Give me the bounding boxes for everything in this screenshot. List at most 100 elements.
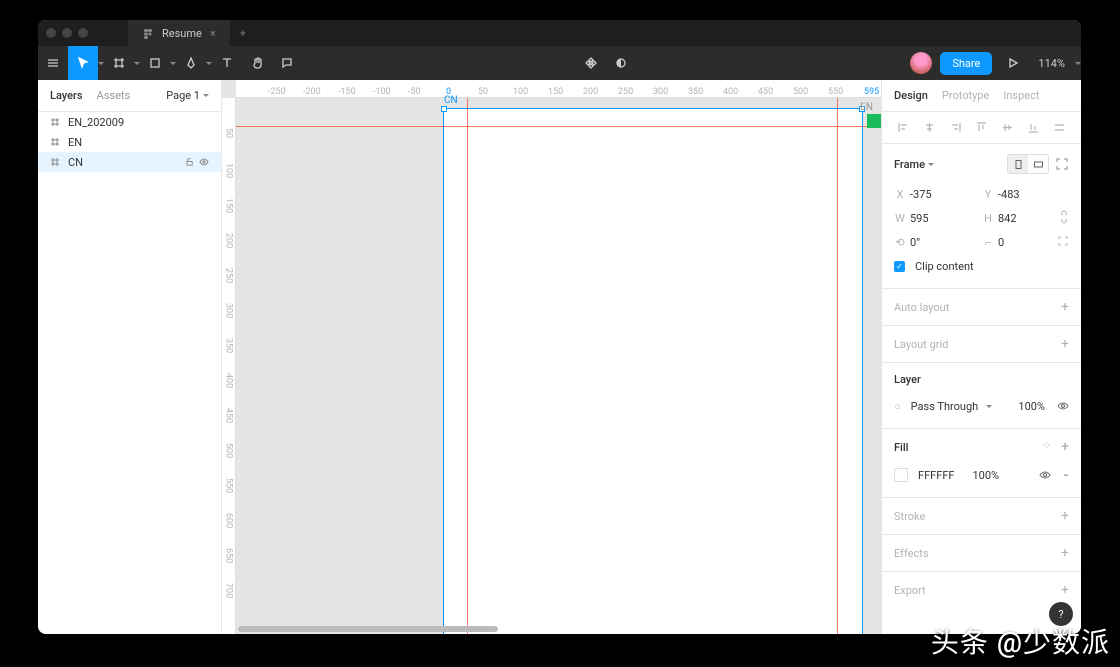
orient-portrait[interactable] bbox=[1008, 155, 1028, 173]
assets-tab[interactable]: Assets bbox=[97, 89, 131, 102]
close-dot[interactable] bbox=[46, 28, 56, 38]
right-panel: Design Prototype Inspect Frame X-375Y-48… bbox=[881, 80, 1081, 634]
pen-tool[interactable] bbox=[176, 46, 206, 80]
visible-icon[interactable] bbox=[199, 157, 209, 167]
add-autolayout[interactable]: + bbox=[1061, 299, 1069, 315]
move-tool[interactable] bbox=[68, 46, 98, 80]
layer-en[interactable]: EN bbox=[38, 132, 221, 152]
layoutgrid-section[interactable]: Layout grid+ bbox=[882, 326, 1081, 363]
figma-logo-icon bbox=[142, 28, 154, 40]
align-hcenter[interactable] bbox=[921, 120, 937, 136]
add-effect[interactable]: + bbox=[1061, 545, 1069, 561]
max-dot[interactable] bbox=[78, 28, 88, 38]
guide-v-right[interactable] bbox=[837, 98, 838, 634]
constrain-icon[interactable] bbox=[1058, 210, 1069, 227]
frame-section: Frame X-375Y-483 W595H842 ⟲0°⌐0 Clip con… bbox=[882, 144, 1081, 289]
user-avatar[interactable] bbox=[910, 52, 932, 74]
fill-swatch[interactable] bbox=[894, 468, 908, 482]
remove-fill[interactable]: − bbox=[1063, 469, 1069, 482]
blend-mode[interactable]: Pass Through bbox=[911, 400, 979, 413]
selected-frame[interactable]: CN bbox=[443, 108, 863, 634]
share-button[interactable]: Share bbox=[940, 52, 992, 75]
document-tab[interactable]: Resume × bbox=[128, 20, 230, 46]
fill-style-icon[interactable]: ⁘ bbox=[1042, 439, 1051, 455]
zoom-level[interactable]: 114% bbox=[1028, 57, 1075, 70]
align-vcenter[interactable] bbox=[1000, 120, 1016, 136]
ruler-horizontal[interactable]: -250 -200 -150 -100 -50 0 50 100 150 200… bbox=[236, 80, 881, 98]
resize-to-fit[interactable] bbox=[1055, 157, 1069, 171]
guide-h-top[interactable] bbox=[236, 126, 881, 127]
comment-tool[interactable] bbox=[272, 46, 302, 80]
prototype-tab[interactable]: Prototype bbox=[942, 89, 989, 102]
guide-v-left[interactable] bbox=[467, 98, 468, 634]
en-frame-sliver[interactable] bbox=[867, 114, 881, 128]
clip-checkbox[interactable] bbox=[894, 261, 905, 272]
tab-title: Resume bbox=[162, 27, 202, 40]
add-layoutgrid[interactable]: + bbox=[1061, 336, 1069, 352]
clip-label: Clip content bbox=[915, 260, 974, 273]
frame-label: CN bbox=[444, 95, 458, 106]
fill-hex[interactable]: FFFFFF bbox=[918, 469, 954, 482]
frame-tool[interactable] bbox=[104, 46, 134, 80]
x-value[interactable]: -375 bbox=[910, 188, 958, 201]
alignment-row bbox=[882, 112, 1081, 144]
en-frame-label: EN bbox=[860, 102, 873, 113]
align-left[interactable] bbox=[895, 120, 911, 136]
present-button[interactable] bbox=[998, 46, 1028, 80]
layer-label: EN bbox=[68, 136, 82, 149]
orient-landscape[interactable] bbox=[1028, 155, 1048, 173]
left-panel: Layers Assets Page 1 EN_202009 EN CN bbox=[38, 80, 222, 634]
layer-section: Layer ○Pass Through100% bbox=[882, 363, 1081, 429]
add-stroke[interactable]: + bbox=[1061, 508, 1069, 524]
align-right[interactable] bbox=[947, 120, 963, 136]
distribute[interactable] bbox=[1052, 120, 1068, 136]
shape-tool[interactable] bbox=[140, 46, 170, 80]
frame-title[interactable]: Frame bbox=[894, 158, 934, 171]
layer-en-202009[interactable]: EN_202009 bbox=[38, 112, 221, 132]
layer-label: EN_202009 bbox=[68, 116, 124, 129]
stroke-section[interactable]: Stroke+ bbox=[882, 498, 1081, 535]
independent-corners[interactable] bbox=[1057, 235, 1069, 250]
add-export[interactable]: + bbox=[1061, 582, 1069, 598]
effects-section[interactable]: Effects+ bbox=[882, 535, 1081, 572]
w-value[interactable]: 595 bbox=[910, 212, 958, 225]
min-dot[interactable] bbox=[62, 28, 72, 38]
autolayout-section[interactable]: Auto layout+ bbox=[882, 289, 1081, 326]
zoom-chevron[interactable] bbox=[1075, 46, 1081, 80]
rotation-value[interactable]: 0° bbox=[910, 236, 958, 249]
component-icon[interactable] bbox=[576, 46, 606, 80]
layer-cn[interactable]: CN bbox=[38, 152, 221, 172]
inspect-tab[interactable]: Inspect bbox=[1003, 89, 1039, 102]
layer-visible-icon[interactable] bbox=[1057, 400, 1069, 412]
fill-opacity[interactable]: 100% bbox=[972, 469, 999, 482]
handle-nw[interactable] bbox=[441, 106, 447, 112]
layer-opacity[interactable]: 100% bbox=[1018, 400, 1045, 413]
text-tool[interactable] bbox=[212, 46, 242, 80]
design-tab[interactable]: Design bbox=[894, 89, 928, 102]
fill-visible-icon[interactable] bbox=[1039, 469, 1051, 481]
frame-icon bbox=[50, 157, 60, 167]
horizontal-scrollbar[interactable] bbox=[238, 626, 498, 632]
watermark: 头条 @少数派 bbox=[931, 621, 1110, 661]
export-section[interactable]: Export+ bbox=[882, 572, 1081, 608]
ruler-vertical[interactable]: 50 100 150 200 250 300 350 400 450 500 5… bbox=[222, 98, 236, 634]
canvas[interactable]: -250 -200 -150 -100 -50 0 50 100 150 200… bbox=[222, 80, 881, 634]
layer-label: CN bbox=[68, 156, 83, 169]
y-value[interactable]: -483 bbox=[998, 188, 1046, 201]
frame-icon bbox=[50, 137, 60, 147]
close-tab-icon[interactable]: × bbox=[210, 27, 216, 40]
new-tab-button[interactable]: + bbox=[230, 27, 256, 40]
layers-tab[interactable]: Layers bbox=[50, 89, 83, 102]
add-fill[interactable]: + bbox=[1061, 439, 1069, 455]
corner-value[interactable]: 0 bbox=[998, 236, 1046, 249]
align-top[interactable] bbox=[973, 120, 989, 136]
mask-icon[interactable] bbox=[606, 46, 636, 80]
toolbar: Share 114% bbox=[38, 46, 1081, 80]
menu-button[interactable] bbox=[38, 46, 68, 80]
unlock-icon[interactable] bbox=[185, 157, 194, 166]
hand-tool[interactable] bbox=[242, 46, 272, 80]
page-selector[interactable]: Page 1 bbox=[166, 89, 209, 102]
blend-icon: ○ bbox=[894, 400, 901, 413]
h-value[interactable]: 842 bbox=[998, 212, 1046, 225]
align-bottom[interactable] bbox=[1026, 120, 1042, 136]
